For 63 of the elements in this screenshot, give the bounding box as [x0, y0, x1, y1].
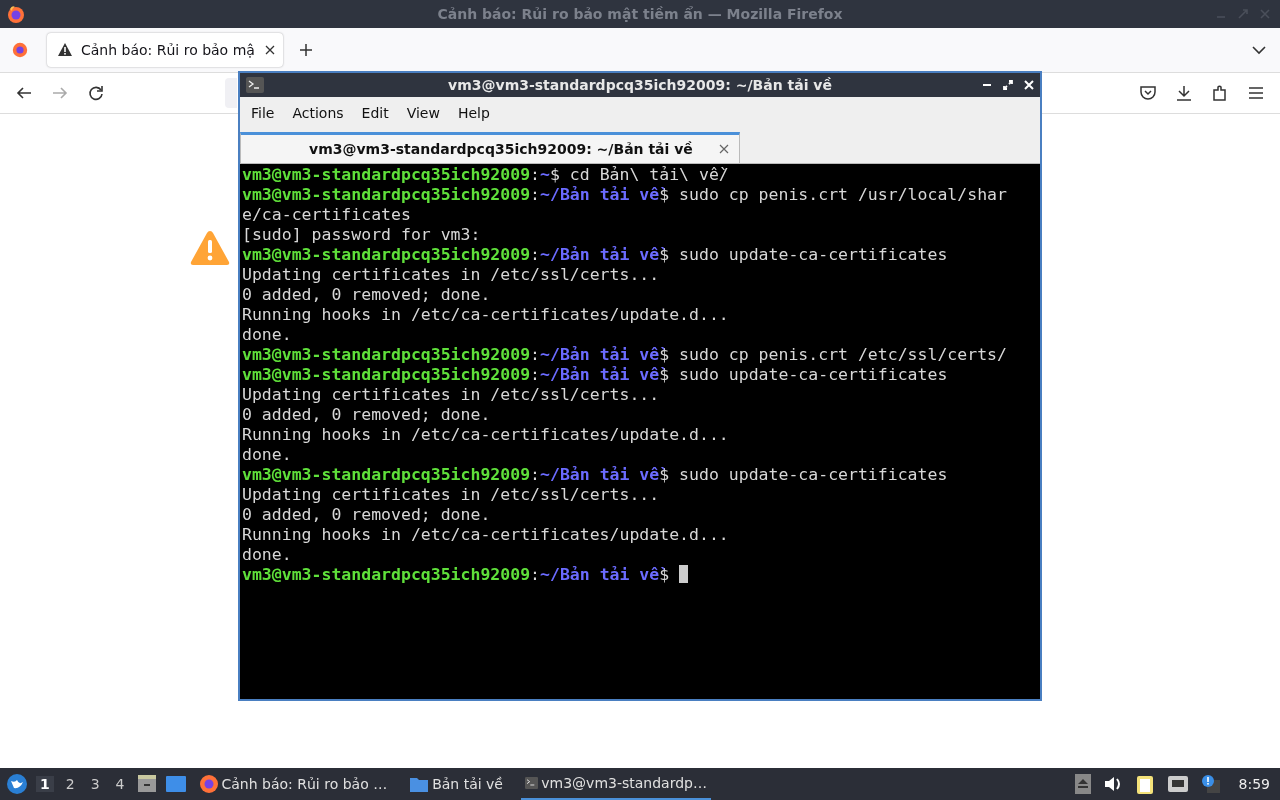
address-field[interactable] — [225, 78, 237, 108]
output-line: Updating certificates in /etc/ssl/certs... — [242, 265, 661, 285]
window-title: vm3@vm3-standardpcq35ich92009: ~/Bản tải về — [448, 77, 832, 93]
output-line: Running hooks in /etc/ca-certificates/update.d... — [242, 525, 730, 545]
clipboard-icon[interactable] — [1134, 773, 1155, 795]
prompt-line: vm3@vm3-standardpcq35ich92009:~/Bản tải về$ sudo cp penis.crt /usr/local/share/ca-certificates — [242, 185, 1008, 225]
pocket-icon[interactable] — [1139, 84, 1157, 102]
terminal-icon — [525, 774, 539, 792]
bird-logo-icon[interactable] — [6, 773, 28, 795]
folder-icon — [409, 775, 430, 793]
menu-item[interactable]: Edit — [352, 105, 398, 121]
prompt-line: vm3@vm3-standardpcq35ich92009:~/Bản tải về$ sudo update-ca-certificates — [242, 365, 949, 385]
output-line: 0 added, 0 removed; done. — [242, 285, 492, 305]
clock: 8:59 — [1238, 776, 1270, 792]
reload-icon[interactable] — [87, 84, 105, 102]
output-line: done. — [242, 325, 293, 345]
output-line: Running hooks in /etc/ca-certificates/update.d... — [242, 425, 730, 445]
browser-tab[interactable]: Cảnh báo: Rủi ro bảo mậ — [47, 33, 283, 67]
firefox-view-icon[interactable] — [11, 41, 29, 59]
prompt-line: vm3@vm3-standardpcq35ich92009:~$ cd Bản\ tải\ về/ — [242, 165, 730, 185]
window-title: Cảnh báo: Rủi ro bảo mật tiềm ẩn — Mozilla Firefox — [437, 6, 843, 22]
menu-item[interactable]: View — [397, 105, 449, 121]
output-line: [sudo] password for vm3: — [242, 225, 482, 245]
new-tab-icon[interactable] — [299, 43, 313, 57]
workspace-button[interactable]: 2 — [61, 776, 79, 792]
output-line: done. — [242, 445, 293, 465]
output-line: done. — [242, 545, 293, 565]
firefox-logo-icon — [6, 4, 26, 24]
warning-icon — [57, 42, 73, 58]
taskbar-button[interactable]: Cảnh báo: Rủi ro bảo … — [194, 768, 392, 800]
workspace-button[interactable]: 4 — [111, 776, 129, 792]
chevron-down-icon[interactable] — [1252, 43, 1266, 57]
output-line: 0 added, 0 removed; done. — [242, 505, 492, 525]
network-icon[interactable] — [1166, 775, 1189, 793]
output-line: Running hooks in /etc/ca-certificates/update.d... — [242, 305, 730, 325]
close-icon[interactable] — [265, 45, 275, 55]
output-line: 0 added, 0 removed; done. — [242, 405, 492, 425]
prompt-line: vm3@vm3-standardpcq35ich92009:~/Bản tải về$ — [242, 565, 1012, 585]
file-cabinet-icon[interactable] — [136, 774, 157, 794]
menu-item[interactable]: Actions — [283, 105, 353, 121]
download-icon[interactable] — [1175, 84, 1193, 102]
output-line: Updating certificates in /etc/ssl/certs... — [242, 385, 661, 405]
notification-icon[interactable] — [1200, 774, 1221, 794]
workspace-button[interactable]: 3 — [86, 776, 104, 792]
firefox-logo-icon — [198, 774, 219, 794]
workspace-button[interactable]: 1 — [36, 776, 54, 792]
puzzle-icon[interactable] — [1211, 84, 1229, 102]
menu-icon[interactable] — [1247, 84, 1265, 102]
eject-icon[interactable] — [1074, 774, 1091, 794]
prompt-line: vm3@vm3-standardpcq35ich92009:~/Bản tải về$ sudo update-ca-certificates — [242, 465, 949, 485]
desktop-icon[interactable] — [164, 775, 187, 793]
warning-icon — [189, 229, 231, 267]
tab-title: Cảnh báo: Rủi ro bảo mậ — [81, 42, 256, 58]
menu-item[interactable]: File — [242, 105, 284, 121]
prompt-line: vm3@vm3-standardpcq35ich92009:~/Bản tải về$ sudo update-ca-certificates — [242, 245, 949, 265]
volume-icon[interactable] — [1102, 775, 1123, 793]
prompt-line: vm3@vm3-standardpcq35ich92009:~/Bản tải về$ sudo cp penis.crt /etc/ssl/certs/ — [242, 345, 1008, 365]
terminal-icon — [246, 77, 264, 93]
menu-item[interactable]: Help — [448, 105, 499, 121]
output-line: Updating certificates in /etc/ssl/certs... — [242, 485, 661, 505]
taskbar-button[interactable]: Bản tải về — [405, 768, 507, 800]
taskbar-button[interactable]: vm3@vm3-standardp… — [521, 768, 711, 800]
terminal-tab[interactable]: vm3@vm3-standardpcq35ich92009: ~/Bản tải về — [240, 132, 740, 163]
